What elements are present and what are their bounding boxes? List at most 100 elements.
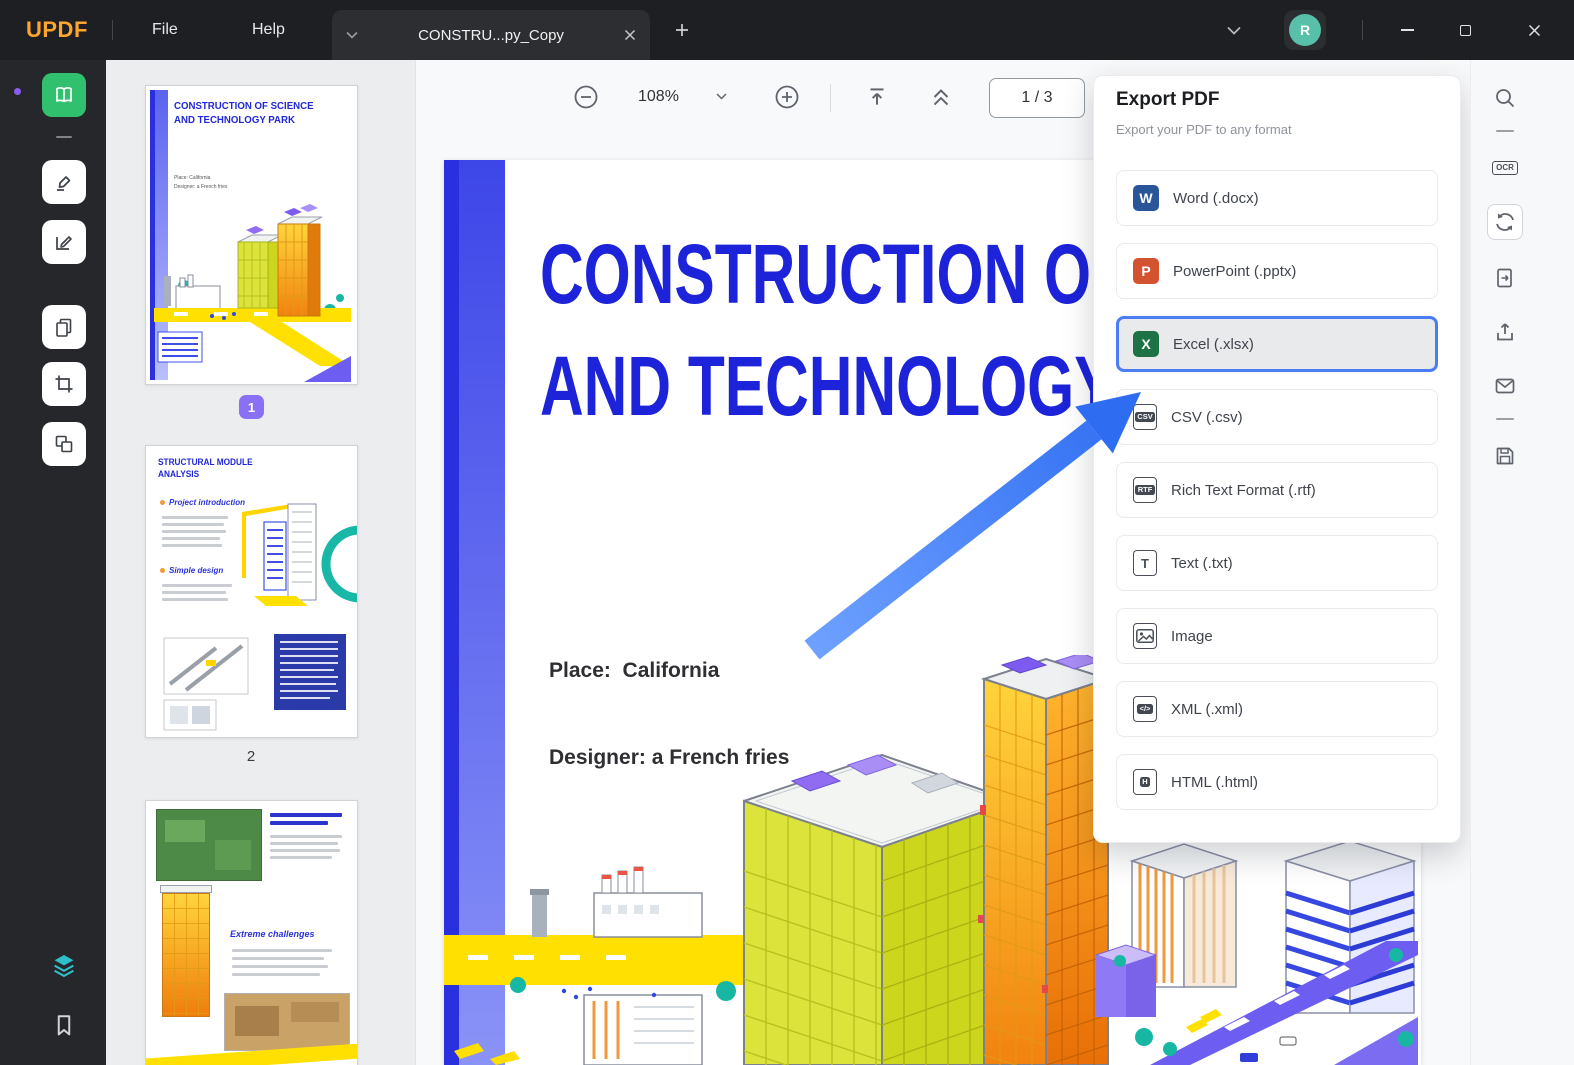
layers-tool-button[interactable] [42, 943, 86, 987]
export-option-word[interactable]: W Word (.docx) [1116, 170, 1438, 226]
text-bar [162, 584, 232, 587]
organize-pages-tool-button[interactable] [42, 422, 86, 466]
export-option-csv[interactable]: CSV CSV (.csv) [1116, 389, 1438, 445]
export-option-html[interactable]: H HTML (.html) [1116, 754, 1438, 810]
text-bar [270, 835, 342, 838]
maximize-button[interactable] [1436, 0, 1494, 60]
thumbnail-panel: CONSTRUCTION OF SCIENCE AND TECHNOLOGY P… [106, 60, 415, 1065]
close-button[interactable] [1494, 0, 1574, 60]
export-option-xml[interactable]: </> XML (.xml) [1116, 681, 1438, 737]
text-bar [270, 842, 338, 845]
powerpoint-icon: P [1133, 258, 1159, 284]
tower-grid [163, 894, 209, 1016]
right-toolbar: OCR [1470, 60, 1574, 1065]
export-option-image[interactable]: Image [1116, 608, 1438, 664]
thumb1-place: Place: California [174, 174, 227, 183]
previous-page-button[interactable] [928, 84, 954, 110]
export-option-label: Excel (.xlsx) [1173, 336, 1254, 353]
tab-close-icon[interactable] [624, 29, 636, 41]
export-option-label: XML (.xml) [1171, 701, 1243, 718]
thumb3-tower [162, 893, 210, 1017]
reader-tool-button[interactable] [42, 73, 86, 117]
page-2-thumbnail[interactable]: STRUCTURAL MODULE ANALYSIS Project intro… [145, 445, 358, 738]
double-chevron-up-icon [928, 84, 954, 110]
notification-dot [14, 88, 21, 95]
page-export-button[interactable] [1487, 260, 1523, 296]
thumb1-illustration [154, 190, 351, 382]
email-button[interactable] [1487, 368, 1523, 404]
toolbar-divider [1496, 130, 1514, 132]
export-option-label: Image [1171, 628, 1213, 645]
annotate-tool-button[interactable] [42, 160, 86, 204]
crop-icon [52, 372, 76, 396]
thumb2-bullet1: Project introduction [160, 498, 245, 507]
zoom-out-button[interactable] [571, 82, 601, 112]
convert-sync-icon [1493, 210, 1517, 234]
toolbar-divider [56, 136, 72, 138]
titlebar-chevron-down-icon[interactable] [1210, 0, 1258, 60]
text-bar [162, 544, 222, 547]
close-icon [1528, 24, 1541, 37]
titlebar: UPDF File Help CONSTRU...py_Copy R [0, 0, 1574, 60]
xml-icon: </> [1133, 696, 1157, 722]
share-upload-icon [1493, 320, 1517, 344]
scroll-to-top-icon [864, 84, 890, 110]
pages-icon [52, 315, 76, 339]
controls-divider [1362, 20, 1363, 40]
export-option-label: HTML (.html) [1171, 774, 1258, 791]
text-bar [162, 530, 226, 533]
text-bar [232, 973, 320, 976]
page-indicator-input[interactable]: 1 / 3 [989, 78, 1085, 118]
share-button[interactable] [1487, 314, 1523, 350]
document-tab[interactable]: CONSTRU...py_Copy [332, 10, 650, 60]
text-bar [162, 598, 228, 601]
export-option-text[interactable]: T Text (.txt) [1116, 535, 1438, 591]
export-option-rtf[interactable]: RTF Rich Text Format (.rtf) [1116, 462, 1438, 518]
thumb1-meta: Place: California Designer: a French fri… [174, 174, 227, 191]
export-option-label: CSV (.csv) [1171, 409, 1243, 426]
convert-export-button[interactable] [1487, 204, 1523, 240]
file-menu[interactable]: File [138, 0, 192, 60]
zoom-in-button[interactable] [772, 82, 802, 112]
left-toolbar [0, 60, 106, 1065]
minimize-button[interactable] [1378, 0, 1436, 60]
titlebar-divider [112, 20, 113, 40]
page-1-thumbnail[interactable]: CONSTRUCTION OF SCIENCE AND TECHNOLOGY P… [145, 85, 358, 385]
tab-title: CONSTRU...py_Copy [368, 27, 614, 44]
search-button[interactable] [1487, 80, 1523, 116]
thumb1-title: CONSTRUCTION OF SCIENCE AND TECHNOLOGY P… [174, 100, 314, 127]
account-button[interactable]: R [1284, 10, 1326, 50]
save-button[interactable] [1487, 438, 1523, 474]
bullet-dot [160, 568, 165, 573]
crop-tool-button[interactable] [42, 362, 86, 406]
export-option-label: Word (.docx) [1173, 190, 1259, 207]
avatar: R [1289, 14, 1321, 46]
zoom-chevron-down-icon[interactable] [716, 93, 727, 100]
page-3-thumbnail[interactable]: Extreme challenges [145, 800, 358, 1065]
new-tab-button[interactable] [660, 0, 704, 60]
go-to-top-button[interactable] [864, 84, 890, 110]
csv-icon: CSV [1133, 404, 1157, 430]
export-panel-title: Export PDF [1116, 89, 1219, 111]
text-bar-blue [270, 821, 328, 825]
edit-tool-button[interactable] [42, 220, 86, 264]
export-option-label: Text (.txt) [1171, 555, 1233, 572]
help-menu[interactable]: Help [238, 0, 299, 60]
text-bar [162, 516, 228, 519]
export-option-powerpoint[interactable]: P PowerPoint (.pptx) [1116, 243, 1438, 299]
page-1-number-badge[interactable]: 1 [239, 395, 264, 419]
zoom-level[interactable]: 108% [638, 88, 679, 106]
search-icon [1493, 86, 1517, 110]
thumb2-title: STRUCTURAL MODULE ANALYSIS [158, 456, 278, 480]
bookmark-tool-button[interactable] [42, 1003, 86, 1047]
export-option-excel[interactable]: X Excel (.xlsx) [1116, 316, 1438, 372]
minimize-icon [1401, 29, 1414, 31]
layers-icon [49, 950, 79, 980]
export-option-label: PowerPoint (.pptx) [1173, 263, 1296, 280]
export-option-label: Rich Text Format (.rtf) [1171, 482, 1316, 499]
pages-tool-button[interactable] [42, 305, 86, 349]
ocr-button[interactable]: OCR [1487, 150, 1523, 186]
tab-chevron-down-icon[interactable] [346, 31, 358, 39]
text-bar [232, 949, 332, 952]
text-bar [232, 957, 324, 960]
